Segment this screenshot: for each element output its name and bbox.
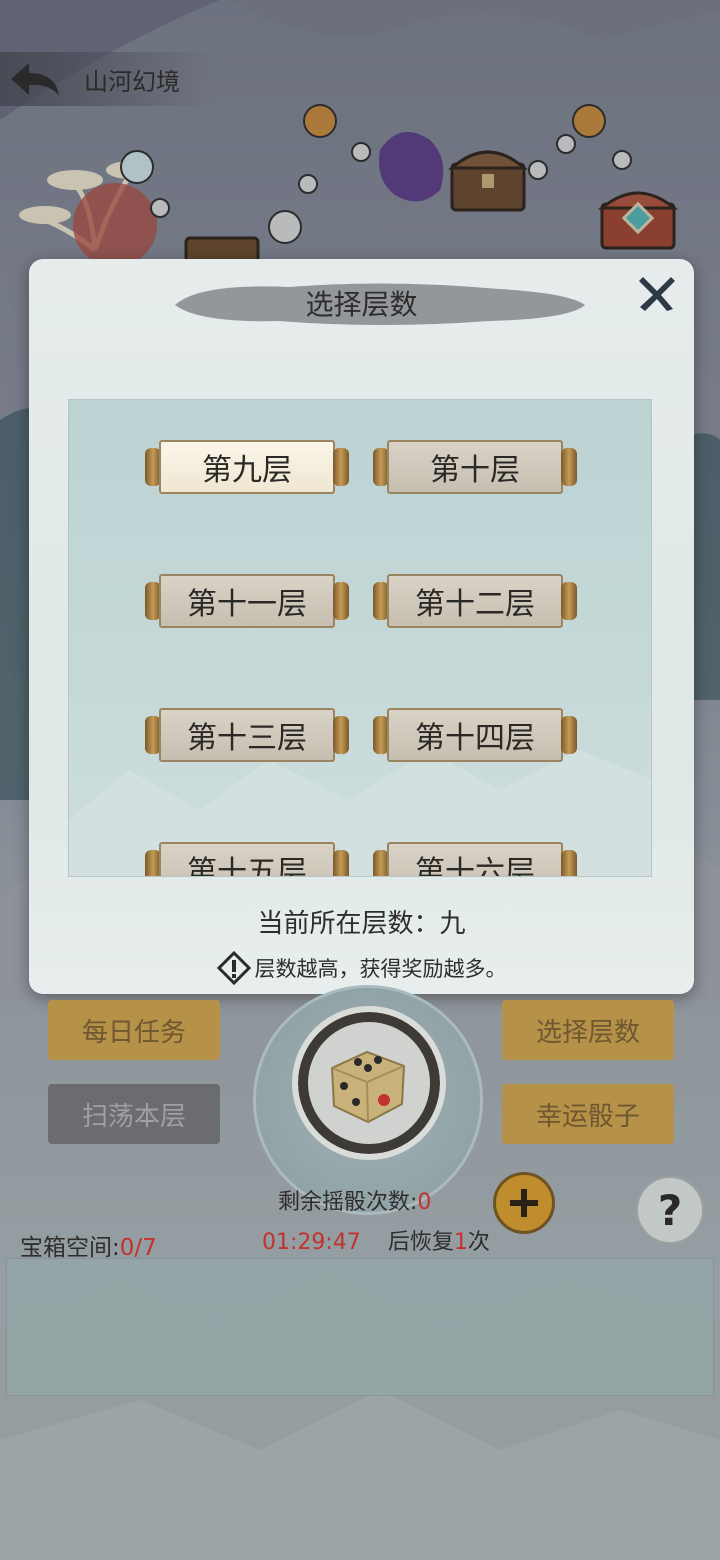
select-floor-button[interactable]: 选择层数 xyxy=(502,1000,674,1060)
question-mark-icon: ? xyxy=(657,1185,683,1235)
floor-button-9[interactable]: 第九层 xyxy=(145,438,349,496)
floor-button-label: 第十六层 xyxy=(387,842,563,876)
recover-timer: 01:29:47 xyxy=(262,1230,361,1255)
scroll-roller xyxy=(561,582,577,620)
floor-button-10[interactable]: 第十层 xyxy=(373,438,577,496)
lucky-dice-button[interactable]: 幸运骰子 xyxy=(502,1084,674,1144)
remaining-rolls: 剩余摇骰次数:0 xyxy=(278,1184,431,1216)
recover-timer-row: 01:29:47 后恢复1次 xyxy=(262,1224,490,1256)
scroll-roller xyxy=(561,850,577,876)
floor-button-14[interactable]: 第十四层 xyxy=(373,706,577,764)
floor-button-label: 第十层 xyxy=(387,440,563,494)
add-rolls-button[interactable] xyxy=(493,1172,555,1234)
warning-diamond-icon xyxy=(216,951,251,985)
floor-button-13[interactable]: 第十三层 xyxy=(145,706,349,764)
page-title: 山河幻境 xyxy=(84,67,180,96)
floor-button-12[interactable]: 第十二层 xyxy=(373,572,577,630)
hint-text: 层数越高，获得奖励越多。 xyxy=(254,957,507,981)
sweep-floor-button[interactable]: 扫荡本层 xyxy=(48,1084,220,1144)
scroll-roller xyxy=(333,716,349,754)
hint-row: 层数越高，获得奖励越多。 xyxy=(29,951,694,985)
dice-icon[interactable] xyxy=(322,1038,412,1128)
floor-button-16[interactable]: 第十六层 xyxy=(373,840,577,876)
floor-list[interactable]: 第九层 第十层 第十一层 第十二层 第十三层 第十四层 第十五层 第十六层 xyxy=(68,399,652,877)
floor-button-label: 第十三层 xyxy=(159,708,335,762)
close-x-icon xyxy=(639,277,675,311)
scroll-roller xyxy=(333,582,349,620)
close-button[interactable] xyxy=(635,271,679,315)
help-button[interactable]: ? xyxy=(636,1176,704,1244)
floor-button-label: 第十二层 xyxy=(387,574,563,628)
recover-prefix: 后恢复 xyxy=(387,1230,454,1255)
floor-button-label: 第十一层 xyxy=(159,574,335,628)
current-floor-text: 当前所在层数：九 xyxy=(257,909,466,939)
log-panel xyxy=(6,1258,714,1396)
recover-suffix: 次 xyxy=(467,1230,490,1255)
back-button[interactable] xyxy=(0,52,70,106)
floor-button-label: 第十四层 xyxy=(387,708,563,762)
daily-tasks-button[interactable]: 每日任务 xyxy=(48,1000,220,1060)
plus-icon xyxy=(510,1189,538,1217)
floor-button-label: 第九层 xyxy=(159,440,335,494)
top-bar: 山河幻境 xyxy=(0,52,215,106)
remaining-rolls-value: 0 xyxy=(417,1190,432,1215)
scroll-roller xyxy=(561,716,577,754)
scroll-roller xyxy=(561,448,577,486)
select-floor-dialog: 选择层数 第九层 第十层 第十一层 第十二层 第十三层 第十四层 第十五层 第十… xyxy=(29,259,694,994)
scroll-roller xyxy=(333,850,349,876)
floor-button-11[interactable]: 第十一层 xyxy=(145,572,349,630)
dialog-title: 选择层数 xyxy=(305,288,418,321)
floor-button-label: 第十五层 xyxy=(159,842,335,876)
scroll-roller xyxy=(333,448,349,486)
floor-button-15[interactable]: 第十五层 xyxy=(145,840,349,876)
recover-count: 1 xyxy=(453,1230,468,1255)
remaining-rolls-label: 剩余摇骰次数: xyxy=(278,1190,418,1215)
back-arrow-icon xyxy=(11,63,59,95)
chest-space: 宝箱空间:0/7 xyxy=(20,1228,157,1262)
